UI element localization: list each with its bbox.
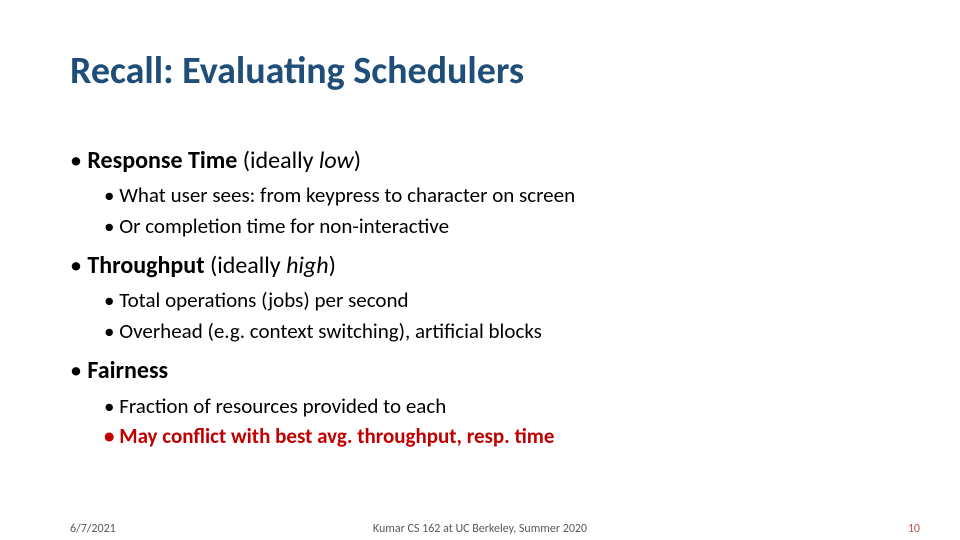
list-item: Response Time (ideally low) — [70, 145, 890, 177]
sub-item-highlight: May conflict with best avg. throughput, … — [104, 422, 890, 450]
item-paren-close: ) — [354, 146, 361, 175]
footer-course: Kumar CS 162 at UC Berkeley, Summer 2020 — [0, 522, 960, 536]
slide-title: Recall: Evaluating Schedulers — [70, 48, 524, 94]
item-label: Throughput — [87, 251, 204, 280]
item-label: Fairness — [87, 356, 168, 385]
sub-item: Overhead (e.g. context switching), artif… — [104, 317, 890, 345]
item-label: Response Time — [87, 146, 237, 175]
sub-item: What user sees: from keypress to charact… — [104, 181, 890, 209]
sub-item: Total operations (jobs) per second — [104, 286, 890, 314]
slide-content: Response Time (ideally low) What user se… — [70, 135, 890, 452]
item-ideal: low — [319, 146, 354, 175]
footer-page-number: 10 — [908, 522, 920, 536]
item-ideal: high — [286, 251, 329, 280]
item-paren-close: ) — [329, 251, 336, 280]
item-paren-open: (ideally — [237, 146, 319, 175]
sub-item: Or completion time for non-interactive — [104, 212, 890, 240]
list-item: Fairness — [70, 355, 890, 387]
slide: Recall: Evaluating Schedulers Response T… — [0, 0, 960, 540]
item-paren-open: (ideally — [205, 251, 287, 280]
sub-item: Fraction of resources provided to each — [104, 392, 890, 420]
list-item: Throughput (ideally high) — [70, 250, 890, 282]
